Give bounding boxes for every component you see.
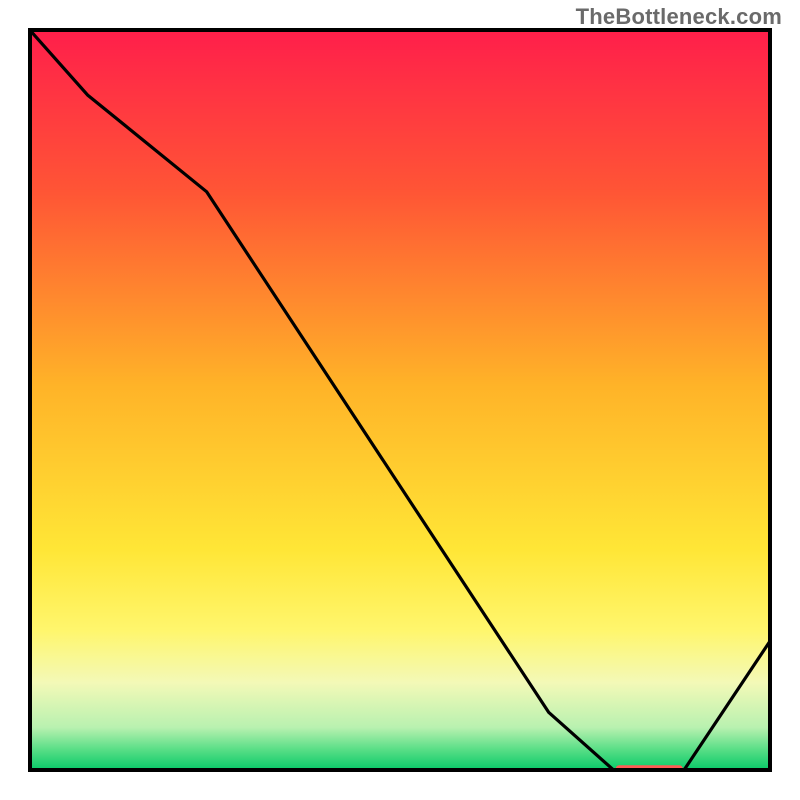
- chart-plot: [28, 28, 772, 772]
- chart-svg: [28, 28, 772, 772]
- chart-container: TheBottleneck.com: [0, 0, 800, 800]
- gradient-background: [28, 28, 772, 772]
- watermark-label: TheBottleneck.com: [576, 4, 782, 30]
